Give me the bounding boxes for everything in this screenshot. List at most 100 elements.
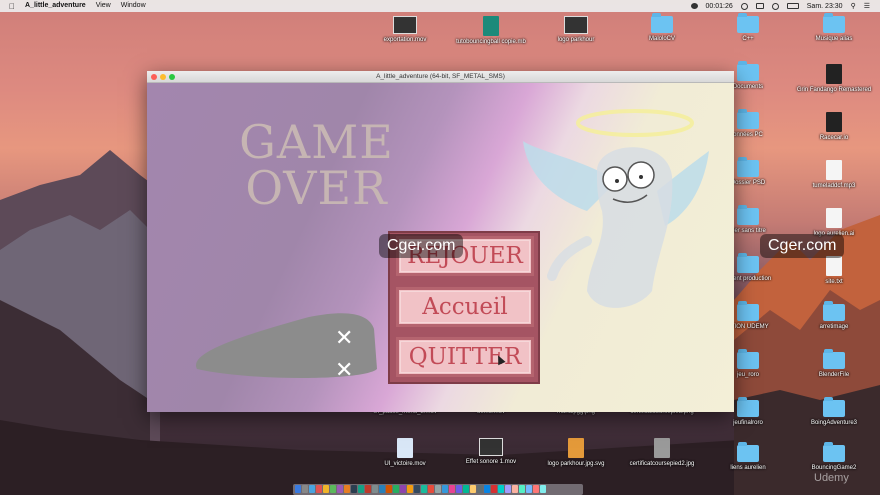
dock-app-icon[interactable] bbox=[442, 485, 448, 493]
dock-app-icon[interactable] bbox=[470, 485, 476, 493]
menu-bar:  A_little_adventure View Window 00:01:2… bbox=[0, 0, 880, 12]
desktop-icon[interactable]: logo parkhour.jpg.svg bbox=[536, 438, 616, 467]
game-over-title-line1: GAME bbox=[239, 115, 394, 169]
folder-icon bbox=[823, 13, 845, 33]
dock-app-icon[interactable] bbox=[393, 485, 399, 493]
dock-app-icon[interactable] bbox=[428, 485, 434, 493]
dock-app-icon[interactable] bbox=[519, 485, 525, 493]
dock-app-icon[interactable] bbox=[414, 485, 420, 493]
dock-app-icon[interactable] bbox=[421, 485, 427, 493]
apple-icon[interactable]:  bbox=[9, 2, 15, 11]
dock-app-icon[interactable] bbox=[323, 485, 329, 493]
dock-app-icon[interactable] bbox=[407, 485, 413, 493]
video-file-icon bbox=[564, 16, 588, 34]
search-icon[interactable]: ⚲ bbox=[851, 2, 856, 10]
dead-eye-icon: ✕ bbox=[335, 357, 353, 382]
desktop-icon[interactable]: logo aurelien.ai bbox=[794, 208, 874, 237]
folder-icon bbox=[737, 349, 759, 369]
dock-app-icon[interactable] bbox=[449, 485, 455, 493]
minimize-window-button[interactable] bbox=[160, 73, 166, 80]
folder-icon bbox=[823, 442, 845, 462]
dock-app-icon[interactable] bbox=[491, 485, 497, 493]
dock-app-icon[interactable] bbox=[477, 485, 483, 493]
desktop-icon[interactable]: logo parkhour bbox=[536, 16, 616, 43]
desktop-icon[interactable]: Racecar.io bbox=[794, 112, 874, 141]
wifi-icon[interactable] bbox=[771, 2, 779, 10]
dock-app-icon[interactable] bbox=[379, 485, 385, 493]
desktop-icon-label: Racecar.io bbox=[819, 135, 849, 141]
desktop-icon[interactable]: BouncingGame2 bbox=[794, 442, 874, 471]
desktop-icon[interactable]: site.txt bbox=[794, 256, 874, 285]
menu-window[interactable]: Window bbox=[121, 0, 146, 12]
folder-icon bbox=[737, 157, 759, 177]
folder-icon bbox=[737, 397, 759, 417]
dock-app-icon[interactable] bbox=[435, 485, 441, 493]
game-over-title: GAME OVER bbox=[229, 119, 404, 211]
dock-app-icon[interactable] bbox=[463, 485, 469, 493]
dock-app-icon[interactable] bbox=[309, 485, 315, 493]
dock-app-icon[interactable] bbox=[302, 485, 308, 493]
home-button[interactable]: Accueil bbox=[396, 287, 534, 327]
desktop-icon[interactable]: Grin Fandango Remastered bbox=[794, 64, 874, 93]
desktop-icon[interactable]: exportation.mov bbox=[365, 16, 445, 43]
window-titlebar[interactable]: A_little_adventure (64-bit, SF_METAL_SMS… bbox=[147, 71, 734, 83]
desktop-icon[interactable]: Effet sonore 1.mov bbox=[451, 438, 531, 465]
airplay-icon[interactable] bbox=[755, 3, 764, 9]
dock-app-icon[interactable] bbox=[337, 485, 343, 493]
desktop-icon[interactable]: certificatcoursepied2.jpg bbox=[622, 438, 702, 467]
desktop-icon[interactable]: MaloloCV bbox=[622, 13, 702, 42]
battery-icon[interactable] bbox=[786, 3, 799, 9]
menu-app-name[interactable]: A_little_adventure bbox=[25, 0, 86, 12]
menu-datetime[interactable]: Sam. 23:30 bbox=[807, 3, 843, 10]
folder-icon bbox=[823, 397, 845, 417]
dock-app-icon[interactable] bbox=[344, 485, 350, 493]
dock-app-icon[interactable] bbox=[372, 485, 378, 493]
desktop-icon[interactable]: Musique alias bbox=[794, 13, 874, 42]
dock-app-icon[interactable] bbox=[316, 485, 322, 493]
dock-app-icon[interactable] bbox=[526, 485, 532, 493]
zoom-window-button[interactable] bbox=[169, 73, 175, 80]
desktop-icon-label: jeufinalroro bbox=[733, 420, 763, 426]
desktop-icon[interactable]: UI_victoire.mov bbox=[365, 438, 445, 467]
desktop-icon[interactable]: liens aurelien bbox=[708, 442, 788, 471]
dock-app-icon[interactable] bbox=[330, 485, 336, 493]
document-icon bbox=[826, 208, 842, 228]
recording-icon[interactable] bbox=[690, 3, 698, 9]
desktop-icon[interactable]: BoingAdventure3 bbox=[794, 397, 874, 426]
desktop-icon-label: UI_victoire.mov bbox=[384, 461, 426, 467]
ghost-angel-illustration bbox=[523, 109, 709, 308]
desktop-icon[interactable]: C++ bbox=[708, 13, 788, 42]
desktop-icon[interactable]: arretimage bbox=[794, 301, 874, 330]
menu-view[interactable]: View bbox=[96, 0, 111, 12]
dock-app-icon[interactable] bbox=[351, 485, 357, 493]
game-over-title-line2: OVER bbox=[245, 161, 388, 215]
dock-app-icon[interactable] bbox=[400, 485, 406, 493]
desktop-icon-label: arretimage bbox=[819, 324, 849, 330]
dock-app-icon[interactable] bbox=[512, 485, 518, 493]
dead-character: ✕ ✕ bbox=[195, 313, 377, 382]
app-icon bbox=[826, 112, 842, 132]
dock-app-icon[interactable] bbox=[505, 485, 511, 493]
desktop-icon-label: logo parkhour bbox=[557, 37, 595, 43]
folder-icon bbox=[823, 301, 845, 321]
sync-icon[interactable] bbox=[740, 2, 748, 10]
dock-app-icon[interactable] bbox=[498, 485, 504, 493]
dock-app-icon[interactable] bbox=[533, 485, 539, 493]
udemy-watermark: Udemy bbox=[814, 472, 849, 484]
dock-app-icon[interactable] bbox=[358, 485, 364, 493]
desktop-icon[interactable]: tumeladdcf.mp3 bbox=[794, 160, 874, 189]
close-window-button[interactable] bbox=[151, 73, 157, 80]
dock-app-icon[interactable] bbox=[456, 485, 462, 493]
quit-button[interactable]: QUITTER bbox=[396, 337, 534, 377]
dock-app-icon[interactable] bbox=[484, 485, 490, 493]
desktop-icon[interactable]: tutobouncingball copie.mb bbox=[451, 16, 531, 45]
dock-app-icon[interactable] bbox=[295, 485, 301, 493]
dock-app-icon[interactable] bbox=[365, 485, 371, 493]
folder-icon bbox=[737, 61, 759, 81]
dock-app-icon[interactable] bbox=[386, 485, 392, 493]
folder-icon bbox=[737, 253, 759, 273]
document-icon bbox=[654, 438, 670, 458]
desktop-icon[interactable]: BlenderFile bbox=[794, 349, 874, 378]
notification-icon[interactable]: ☰ bbox=[864, 2, 870, 10]
dock-app-icon[interactable] bbox=[540, 485, 546, 493]
